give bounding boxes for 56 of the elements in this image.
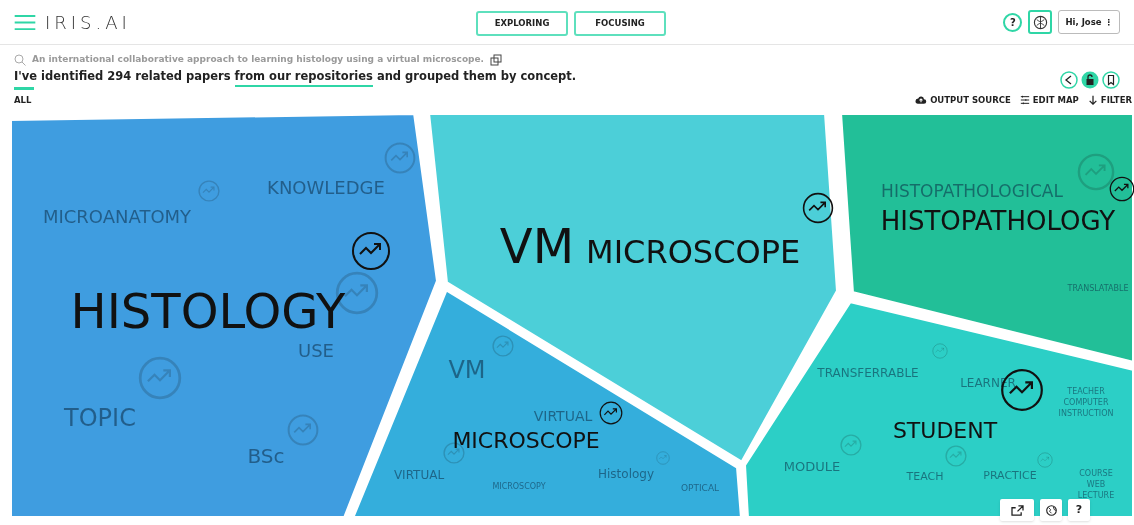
map-action-button[interactable]: EDIT MAP xyxy=(1019,93,1079,107)
subtopic-label[interactable]: PRACTICE xyxy=(983,468,1037,484)
subtopic-label[interactable]: Histology xyxy=(597,465,655,483)
subtopic-label[interactable]: TRANSLATABLE xyxy=(1067,283,1129,295)
brain-button[interactable] xyxy=(1028,10,1053,34)
trend-icon[interactable] xyxy=(599,401,623,425)
copy-icon[interactable] xyxy=(490,53,503,66)
map-action-button[interactable]: OUTPUT SOURCE xyxy=(915,93,1011,107)
lock-icon[interactable] xyxy=(1081,71,1099,89)
cluster-title[interactable]: VM MICROSCOPE xyxy=(499,222,801,270)
search-icon xyxy=(14,53,26,66)
cluster-title[interactable]: STUDENT xyxy=(892,420,998,442)
cluster-title[interactable]: HISTOLOGY xyxy=(70,287,346,335)
bookmark-icon[interactable] xyxy=(1102,71,1120,89)
user-menu-button[interactable]: Hi, Jose ⋮ xyxy=(1058,10,1120,34)
globe-button[interactable] xyxy=(1040,499,1062,521)
export-button[interactable] xyxy=(1000,499,1034,521)
search-query: An international collaborative approach to learning histology using a virtual microscope. xyxy=(32,53,485,66)
subtopic-label[interactable]: VIRTUAL xyxy=(533,406,593,426)
cloud-upload-icon xyxy=(915,94,928,106)
arrow-down-icon xyxy=(1087,95,1098,105)
mode-button[interactable]: EXPLORING xyxy=(476,11,568,36)
cluster-title[interactable]: MICROSCOPE xyxy=(452,430,600,452)
mode-button[interactable]: FOCUSING xyxy=(574,11,666,36)
subtopic-label[interactable]: VM xyxy=(448,353,486,387)
scope-label[interactable]: ALL xyxy=(14,93,32,107)
trend-icon[interactable] xyxy=(1109,176,1134,202)
globe-icon xyxy=(1045,504,1057,516)
subtopic-label[interactable]: VIRTUAL xyxy=(393,466,445,484)
map-action-button[interactable]: FILTER xyxy=(1087,93,1132,107)
subtopic-label[interactable]: BSc xyxy=(247,442,285,470)
logo: IRIS.AI xyxy=(45,10,131,35)
subtopic-label[interactable]: TEACH xyxy=(906,469,944,485)
subtopic-label[interactable]: TRANSFERRABLE xyxy=(817,364,919,382)
cluster-title[interactable]: HISTOPATHOLOGY xyxy=(880,208,1116,234)
trend-icon[interactable] xyxy=(802,192,834,224)
subtopic-label[interactable]: MICROANATOMY xyxy=(42,204,192,230)
help-button[interactable]: ? xyxy=(1068,499,1090,521)
brain-icon xyxy=(1033,14,1048,30)
subtopic-label[interactable]: COURSE WEB LECTURE xyxy=(1077,468,1115,502)
list-icon xyxy=(1019,95,1030,105)
subtopic-label[interactable]: MICROSCOPY xyxy=(492,481,546,493)
subtopic-label[interactable]: USE xyxy=(298,338,334,364)
summary-text: I've identified 294 related papers xyxy=(14,67,231,88)
share-out-icon xyxy=(1010,504,1024,516)
trend-icon[interactable] xyxy=(351,231,391,271)
subtopic-label[interactable]: TOPIC xyxy=(64,401,136,435)
subtopic-label[interactable]: KNOWLEDGE xyxy=(267,175,385,201)
subtopic-label[interactable]: OPTICAL xyxy=(680,481,720,495)
repositories-link[interactable]: from our repositories xyxy=(234,67,373,87)
subtopic-label[interactable]: TEACHER COMPUTER INSTRUCTION xyxy=(1058,386,1114,420)
help-button[interactable]: ? xyxy=(1003,12,1023,32)
share-icon[interactable] xyxy=(1060,71,1078,89)
subtopic-label[interactable]: MODULE xyxy=(783,458,841,476)
summary-text: and grouped them by concept. xyxy=(376,67,577,85)
subtopic-label[interactable]: HISTOPATHOLOGICAL xyxy=(881,179,1063,203)
